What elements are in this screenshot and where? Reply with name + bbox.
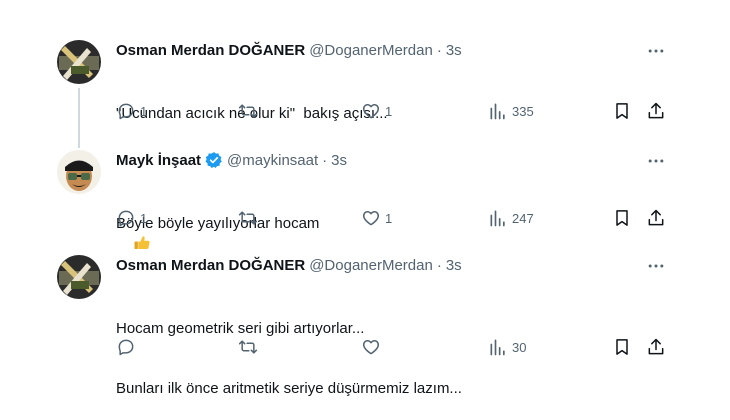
retweet-icon — [238, 104, 258, 118]
tweet-header: Mayk İnşaat @maykinsaat · 3s — [116, 151, 347, 169]
display-name[interactable]: Osman Merdan DOĞANER — [116, 257, 305, 274]
reply-count: 1 — [140, 210, 148, 226]
retweet-button[interactable] — [238, 100, 262, 122]
timestamp[interactable]: 3s — [446, 257, 462, 274]
more-options-button[interactable] — [644, 254, 668, 278]
more-options-button[interactable] — [644, 39, 668, 63]
timestamp[interactable]: 3s — [331, 152, 347, 169]
view-count: 247 — [512, 210, 534, 226]
reply-button[interactable]: 1 — [116, 100, 147, 122]
avatar[interactable] — [57, 40, 101, 84]
reply-count: 1 — [140, 103, 148, 119]
avatar[interactable] — [57, 150, 101, 194]
user-handle[interactable]: @DoganerMerdan — [309, 42, 433, 59]
bookmark-button[interactable] — [612, 207, 632, 229]
user-handle[interactable]: @maykinsaat — [227, 152, 318, 169]
more-options-button[interactable] — [644, 149, 668, 173]
timestamp[interactable]: 3s — [446, 42, 462, 59]
share-button[interactable] — [646, 336, 666, 358]
tweet-actions: 1 1 247 — [116, 207, 676, 229]
heart-icon — [362, 211, 380, 226]
view-count: 335 — [512, 103, 534, 119]
avatar[interactable] — [57, 255, 101, 299]
thumbs-up-emoji — [133, 234, 151, 258]
like-count: 1 — [385, 103, 393, 119]
reply-icon — [118, 210, 134, 227]
reply-button[interactable] — [116, 336, 140, 358]
views-button[interactable]: 247 — [488, 207, 534, 229]
separator-dot: · — [436, 257, 442, 274]
reply-icon — [118, 339, 134, 356]
retweet-button[interactable] — [238, 207, 262, 229]
like-button[interactable] — [361, 336, 385, 358]
views-button[interactable]: 30 — [488, 336, 526, 358]
like-button[interactable]: 1 — [361, 100, 392, 122]
tweet-actions: 1 1 335 — [116, 100, 676, 122]
more-horizontal-icon — [648, 264, 664, 268]
view-count: 30 — [512, 339, 527, 355]
separator-dot: · — [436, 42, 442, 59]
analytics-icon — [490, 103, 505, 120]
retweet-button[interactable] — [238, 336, 262, 358]
tweet-header: Osman Merdan DOĞANER @DoganerMerdan · 3s — [116, 42, 462, 59]
bookmark-button[interactable] — [612, 336, 632, 358]
thread-connector — [78, 88, 80, 148]
reply-icon — [118, 103, 134, 120]
retweet-icon — [238, 211, 258, 225]
like-count: 1 — [385, 210, 393, 226]
heart-icon — [362, 104, 380, 119]
analytics-icon — [490, 339, 505, 356]
like-button[interactable]: 1 — [361, 207, 392, 229]
more-horizontal-icon — [648, 49, 664, 53]
share-button[interactable] — [646, 207, 666, 229]
display-name[interactable]: Mayk İnşaat — [116, 152, 201, 169]
reply-button[interactable]: 1 — [116, 207, 147, 229]
share-icon — [648, 209, 664, 226]
bookmark-button[interactable] — [612, 100, 632, 122]
bookmark-icon — [616, 210, 628, 226]
bookmark-icon — [616, 103, 628, 119]
user-handle[interactable]: @DoganerMerdan — [309, 257, 433, 274]
verified-badge-icon — [205, 151, 223, 169]
display-name[interactable]: Osman Merdan DOĞANER — [116, 42, 305, 59]
share-button[interactable] — [646, 100, 666, 122]
tweet-header: Osman Merdan DOĞANER @DoganerMerdan · 3s — [116, 257, 462, 274]
share-icon — [648, 102, 664, 119]
separator-dot: · — [322, 151, 328, 169]
analytics-icon — [490, 210, 505, 227]
bookmark-icon — [616, 339, 628, 355]
heart-icon — [362, 340, 380, 355]
tweet-text-line: Bunları ilk önce aritmetik seriye düşürm… — [116, 380, 462, 397]
views-button[interactable]: 335 — [488, 100, 534, 122]
share-icon — [648, 338, 664, 355]
more-horizontal-icon — [648, 159, 664, 163]
retweet-icon — [238, 340, 258, 354]
tweet-actions: 30 — [116, 336, 676, 358]
